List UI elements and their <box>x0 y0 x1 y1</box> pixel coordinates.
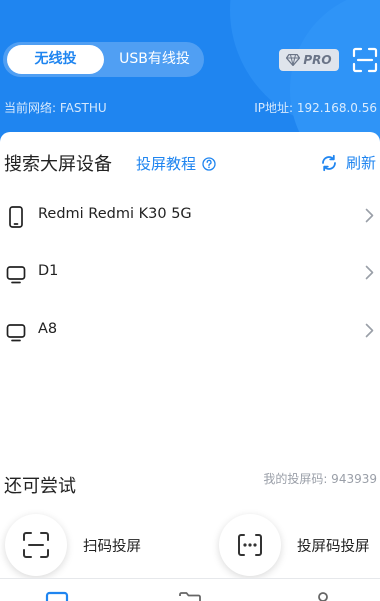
device-name: A8 <box>38 321 58 337</box>
screen-icon <box>45 591 69 601</box>
chevron-right-icon <box>365 208 374 223</box>
tab-files[interactable] <box>178 591 202 601</box>
chevron-right-icon <box>365 265 374 280</box>
cast-mode-switch: 无线投 USB有线投 <box>3 42 204 77</box>
tutorial-link[interactable]: 投屏教程 <box>136 153 216 174</box>
tab-profile[interactable] <box>311 591 335 601</box>
code-cast-label: 投屏码投屏 <box>297 538 370 555</box>
bottom-tabbar <box>0 578 380 601</box>
section-title-search: 搜索大屏设备 <box>4 154 112 175</box>
code-cast-circle <box>219 514 281 576</box>
tab-usb-cast[interactable]: USB有线投 <box>107 45 202 74</box>
main-card: 搜索大屏设备 投屏教程 刷新 Redmi Redmi K30 5G D1 A8 … <box>0 132 380 578</box>
network-label: 当前网络: FASTHU <box>4 101 107 115</box>
ip-label: IP地址: 192.168.0.56 <box>254 101 377 115</box>
device-name: Redmi Redmi K30 5G <box>38 206 192 222</box>
scan-icon <box>352 47 378 73</box>
scan-qr-icon <box>23 532 49 558</box>
scan-cast-label: 扫码投屏 <box>83 538 141 555</box>
device-item[interactable]: Redmi Redmi K30 5G <box>0 188 380 244</box>
refresh-icon <box>322 154 336 171</box>
code-cast-button[interactable]: 投屏码投屏 <box>219 514 370 576</box>
folder-icon <box>179 592 201 601</box>
tab-wireless-cast[interactable]: 无线投 <box>7 45 104 74</box>
device-name: D1 <box>38 263 59 279</box>
refresh-label: 刷新 <box>345 154 376 172</box>
pro-badge[interactable]: PRO <box>279 49 339 71</box>
phone-icon <box>9 206 23 228</box>
tv-icon <box>6 324 26 342</box>
device-item[interactable]: D1 <box>0 245 380 301</box>
tab-screen[interactable] <box>45 591 69 601</box>
help-icon <box>202 156 216 171</box>
tutorial-label: 投屏教程 <box>136 155 197 173</box>
diamond-icon <box>286 54 301 66</box>
my-cast-code: 我的投屏码: 943939 <box>263 472 377 486</box>
chevron-right-icon <box>365 323 374 338</box>
profile-icon <box>318 592 328 601</box>
scan-button[interactable] <box>352 47 378 73</box>
scan-cast-button[interactable]: 扫码投屏 <box>5 514 141 576</box>
tv-icon <box>6 266 26 284</box>
pro-label: PRO <box>303 53 332 67</box>
device-item[interactable]: A8 <box>0 303 380 359</box>
section-title-more: 还可尝试 <box>4 476 76 497</box>
header: 无线投 USB有线投 PRO 当前网络: FASTHU IP地址: 192.16… <box>0 0 380 150</box>
refresh-button[interactable]: 刷新 <box>320 152 376 173</box>
code-cast-icon <box>238 534 262 556</box>
scan-cast-circle <box>5 514 67 576</box>
